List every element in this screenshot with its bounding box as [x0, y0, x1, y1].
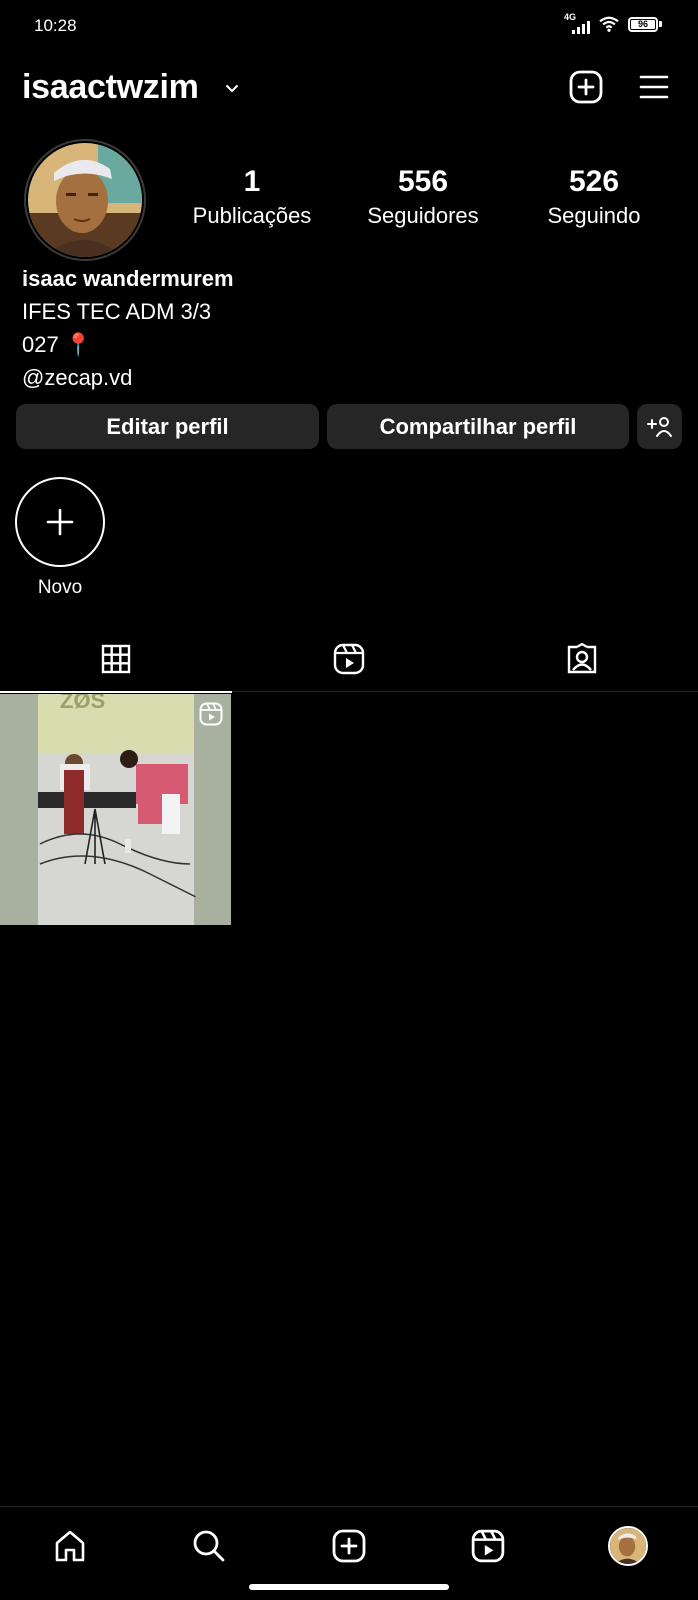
tagged-icon — [567, 643, 597, 674]
profile-header: isaactwzim — [0, 62, 698, 116]
create-post-button[interactable] — [566, 67, 606, 107]
stat-posts-value: 1 — [243, 165, 261, 198]
full-name: isaac wandermurem — [22, 266, 234, 291]
stat-followers[interactable]: 556 Seguidores — [343, 164, 503, 231]
stat-following-value: 526 — [568, 165, 620, 198]
avatar-image — [28, 143, 142, 257]
status-time: 10:28 — [34, 16, 77, 35]
stat-followers-label: Seguidores — [367, 203, 479, 228]
username[interactable]: isaactwzim — [22, 68, 199, 107]
reel-badge-icon — [199, 702, 223, 726]
nav-search[interactable] — [184, 1521, 234, 1571]
create-post-icon — [569, 70, 603, 104]
stat-posts-label: Publicações — [192, 203, 312, 228]
tab-tagged[interactable] — [466, 626, 698, 692]
reels-icon — [333, 643, 365, 675]
wifi-icon — [599, 16, 619, 32]
edit-profile-button[interactable]: Editar perfil — [16, 404, 319, 449]
stat-posts[interactable]: 1 Publicações — [172, 164, 332, 231]
post-thumbnail[interactable]: ZØS — [0, 694, 231, 925]
status-bar: 10:28 4G 96 — [0, 0, 698, 52]
grid-icon — [101, 644, 131, 674]
create-icon — [332, 1529, 366, 1563]
bio-line-1: IFES TEC ADM 3/3 — [22, 299, 212, 324]
nav-create[interactable] — [324, 1521, 374, 1571]
menu-icon — [639, 75, 669, 99]
bio-line-2: 027 📍 — [22, 332, 93, 357]
signal-icon: 4G — [564, 12, 590, 34]
highlight-circle[interactable] — [15, 477, 105, 567]
discover-people-button[interactable] — [637, 404, 682, 449]
bio-mention-link[interactable]: @zecap.vd — [22, 361, 234, 394]
tab-posts[interactable] — [0, 626, 232, 693]
post-banner-text: ZØS — [60, 694, 105, 713]
stat-following[interactable]: 526 Seguindo — [514, 164, 674, 231]
menu-button[interactable] — [634, 67, 674, 107]
battery-level: 96 — [631, 19, 655, 29]
reels-icon — [471, 1529, 505, 1563]
highlight-new[interactable]: Novo — [15, 477, 105, 599]
home-indicator — [249, 1584, 449, 1590]
share-profile-button[interactable]: Compartilhar perfil — [327, 404, 629, 449]
nav-home[interactable] — [45, 1521, 95, 1571]
profile-bio: isaac wandermurem IFES TEC ADM 3/3 027 📍… — [22, 262, 234, 394]
nav-profile[interactable] — [603, 1521, 653, 1571]
plus-icon — [46, 508, 74, 536]
profile-avatar — [608, 1526, 648, 1566]
stat-following-label: Seguindo — [547, 203, 641, 228]
nav-reels[interactable] — [463, 1521, 513, 1571]
search-icon — [193, 1530, 225, 1562]
home-icon — [55, 1530, 85, 1562]
battery-icon: 96 — [628, 16, 662, 32]
stat-followers-value: 556 — [397, 165, 449, 198]
tab-reels[interactable] — [233, 626, 465, 692]
profile-tabs — [0, 626, 698, 693]
status-icons: 4G 96 — [564, 12, 662, 34]
highlight-label: Novo — [37, 577, 83, 598]
chevron-down-icon[interactable] — [222, 78, 242, 98]
add-person-icon — [646, 416, 672, 437]
profile-avatar[interactable] — [24, 139, 146, 261]
